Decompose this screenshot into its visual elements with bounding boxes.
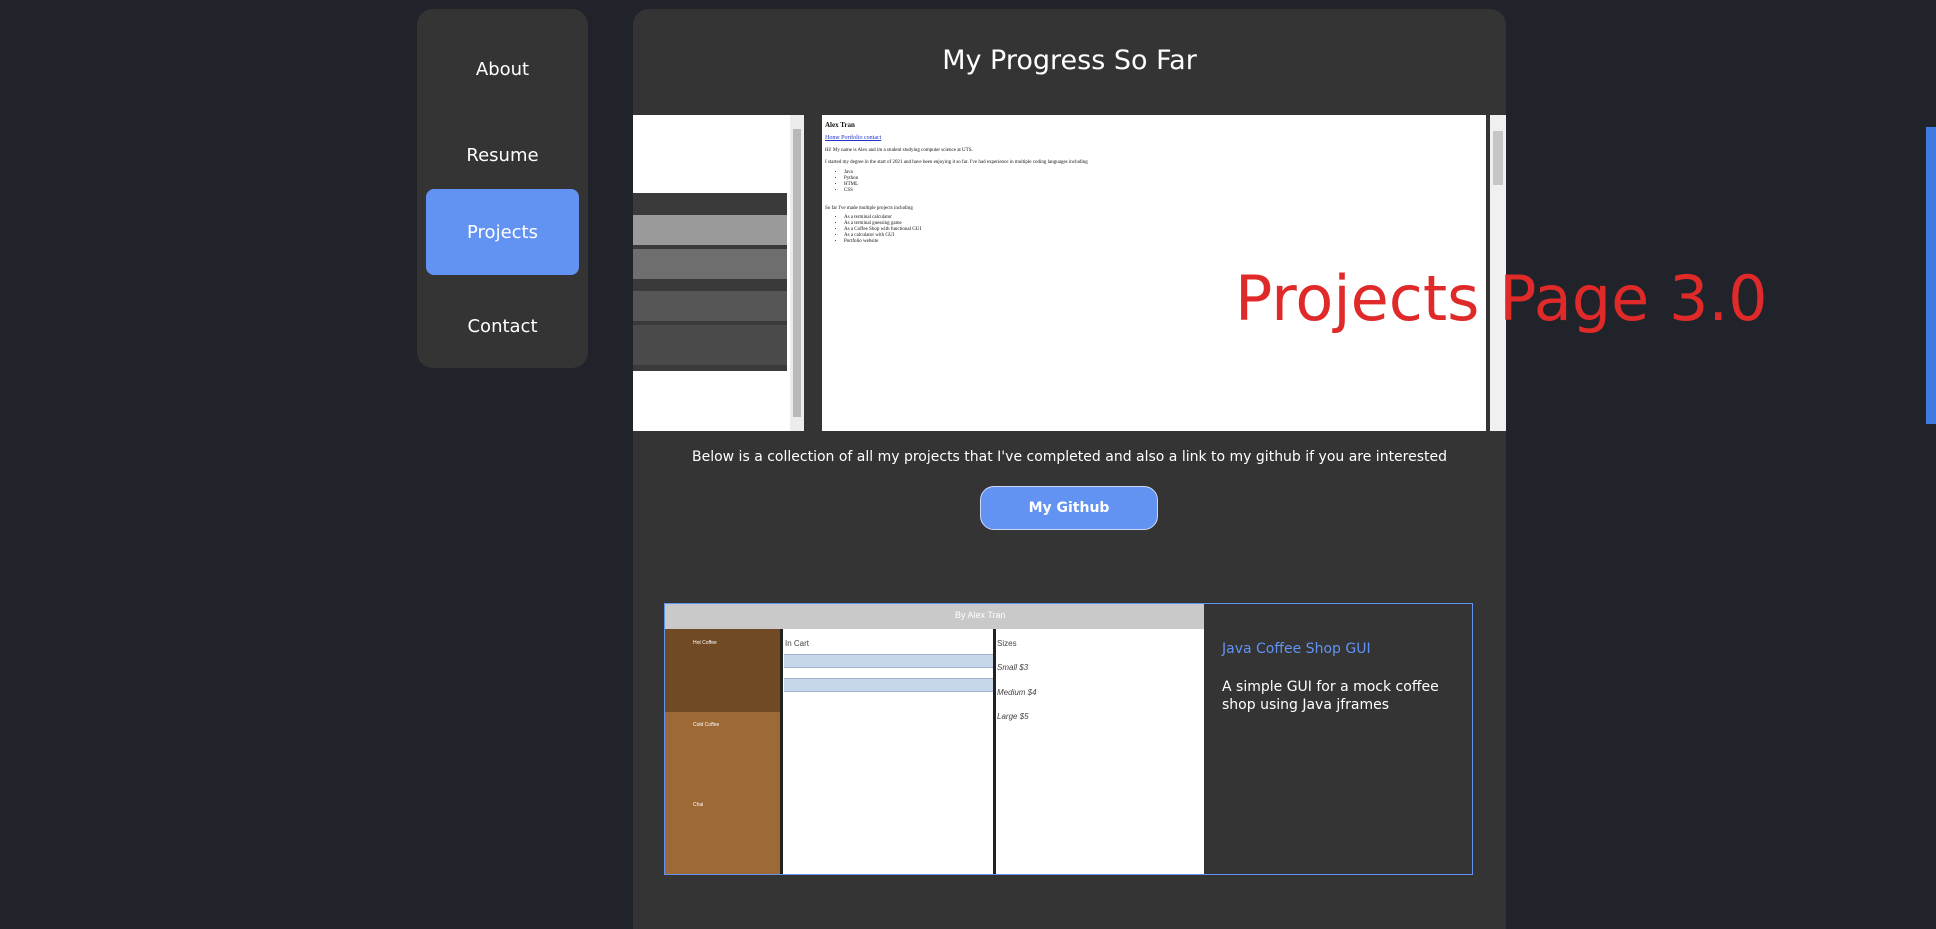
mini-portfolio-preview xyxy=(633,193,787,371)
preview-projects: As a terminal calculator As a terminal g… xyxy=(836,215,921,245)
overlay-watermark: Projects Page 3.0 xyxy=(1235,262,1768,335)
project-description: A simple GUI for a mock coffee shop usin… xyxy=(1222,679,1439,713)
project-screenshot: By Alex Tran In Cart Sizes Small $3 Medi… xyxy=(665,604,1204,874)
screenshot-cart-label: In Cart xyxy=(785,639,810,648)
nav-item-projects[interactable]: Projects xyxy=(426,189,579,275)
preview-intro: Hi! My name is Alex and im a student stu… xyxy=(825,148,973,153)
main-panel: My Progress So Far Alex Tran Home Portfo… xyxy=(633,9,1506,929)
sidebar-nav: About Resume Projects Contact xyxy=(417,9,588,368)
screenshot-window-title: By Alex Tran xyxy=(955,610,1006,620)
preview-languages: Java Python HTML CSS xyxy=(836,170,858,194)
project-title[interactable]: Java Coffee Shop GUI xyxy=(1222,641,1371,657)
nav-item-about[interactable]: About xyxy=(426,26,579,112)
preview-degree: I started my degree in the start of 2021… xyxy=(825,160,1088,165)
nav-item-resume[interactable]: Resume xyxy=(426,112,579,198)
carousel-slide-previous[interactable] xyxy=(633,115,804,431)
preview-projects-intro: So far I've made multiple projects inclu… xyxy=(825,206,913,211)
page-title: My Progress So Far xyxy=(942,45,1197,76)
projects-blurb: Below is a collection of all my projects… xyxy=(691,449,1448,465)
project-info: Java Coffee Shop GUI A simple GUI for a … xyxy=(1222,604,1462,874)
page-scrollbar[interactable] xyxy=(1925,0,1936,916)
preview-links: Home Portfolio contact xyxy=(825,135,882,141)
preview-name: Alex Tran xyxy=(825,121,855,129)
github-button[interactable]: My Github xyxy=(980,486,1158,530)
nav-item-contact[interactable]: Contact xyxy=(426,283,579,369)
screenshot-sizes-label: Sizes xyxy=(997,639,1017,648)
project-card[interactable]: By Alex Tran In Cart Sizes Small $3 Medi… xyxy=(664,603,1473,875)
